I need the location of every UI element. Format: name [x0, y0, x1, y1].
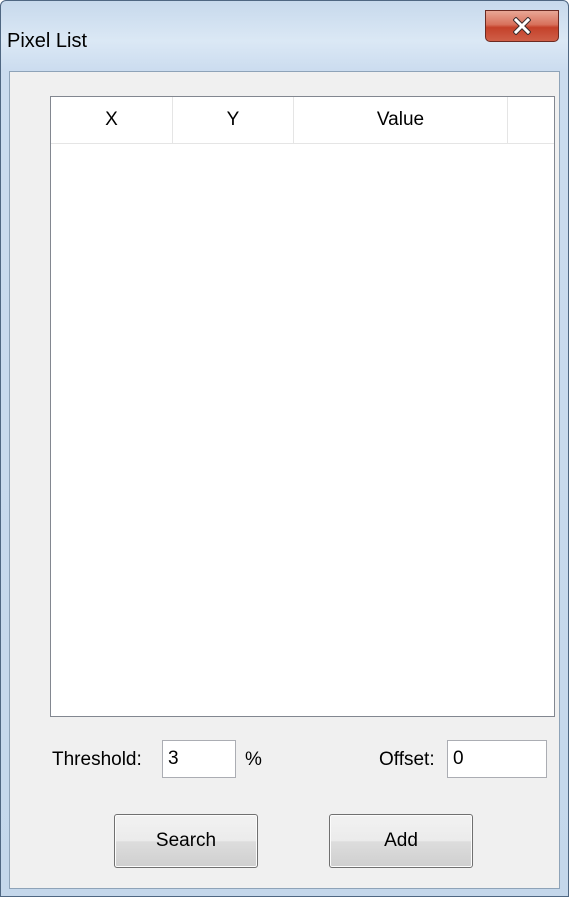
- threshold-input[interactable]: [162, 740, 236, 778]
- list-header: X Y Value: [51, 97, 554, 144]
- threshold-label: Threshold:: [52, 749, 142, 770]
- close-button[interactable]: [485, 10, 559, 42]
- column-header-y[interactable]: Y: [173, 97, 294, 143]
- threshold-unit-label: %: [245, 749, 262, 770]
- client-area: X Y Value Threshold: % Offset: Search Ad…: [9, 71, 560, 889]
- window-title: Pixel List: [7, 30, 88, 52]
- search-button[interactable]: Search: [114, 814, 258, 868]
- pixel-list-window: Pixel List X Y Value Threshold: % Offset…: [0, 0, 569, 897]
- close-icon: [513, 17, 531, 35]
- offset-input[interactable]: [447, 740, 547, 778]
- column-header-value[interactable]: Value: [294, 97, 508, 143]
- add-button[interactable]: Add: [329, 814, 473, 868]
- parameters-row: Threshold: % Offset:: [10, 740, 559, 780]
- title-bar[interactable]: Pixel List: [1, 1, 568, 71]
- offset-label: Offset:: [379, 749, 435, 770]
- pixel-list-view[interactable]: X Y Value: [50, 96, 555, 717]
- column-header-x[interactable]: X: [51, 97, 173, 143]
- column-header-filler: [508, 97, 554, 143]
- list-body[interactable]: [51, 144, 554, 716]
